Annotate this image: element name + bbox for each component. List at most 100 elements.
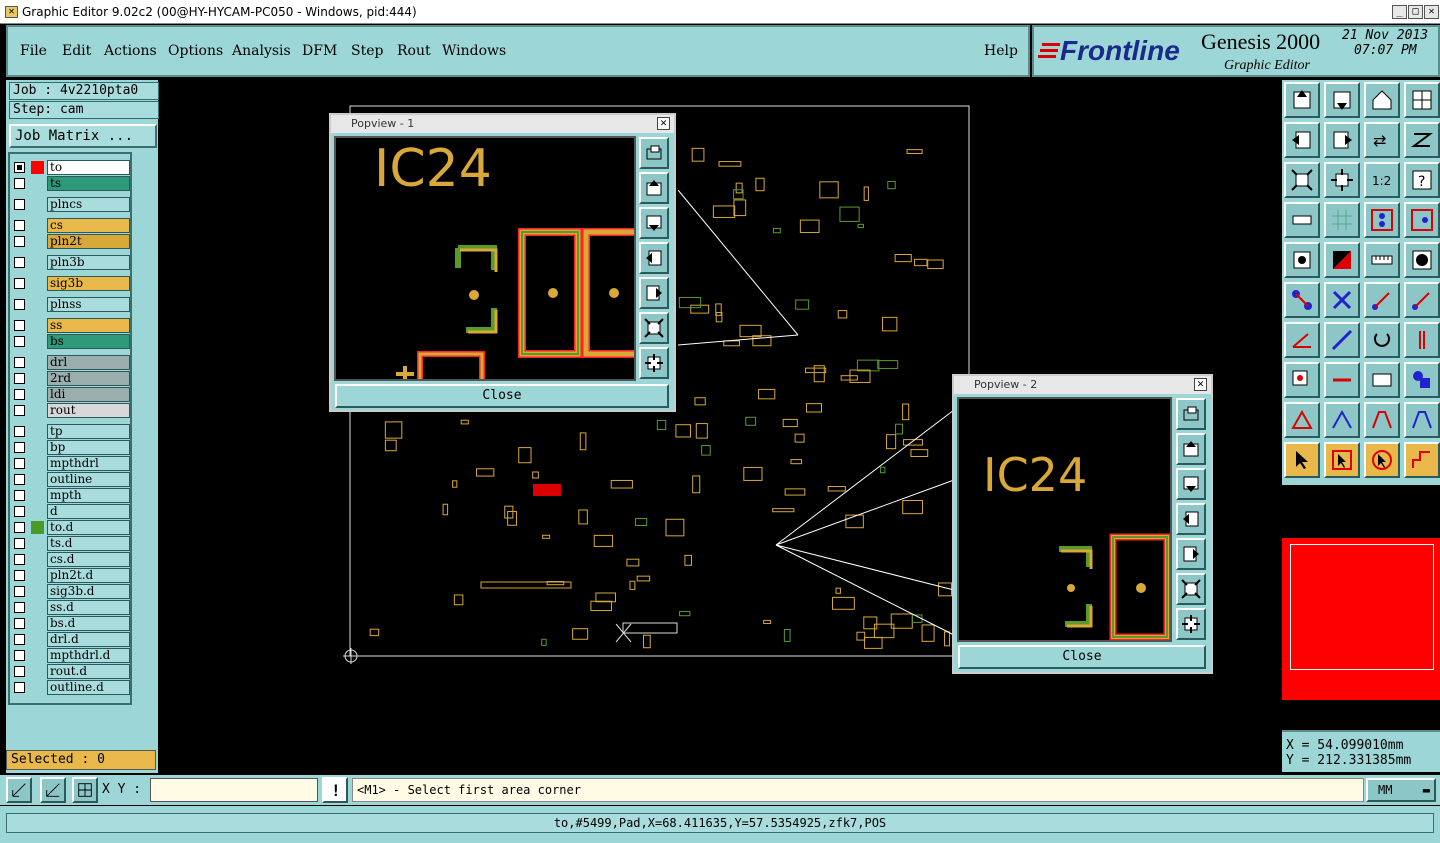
layer-checkbox[interactable] (14, 586, 25, 597)
layers-icon[interactable] (1364, 202, 1400, 238)
measure-icon[interactable] (1364, 242, 1400, 278)
layer-checkbox[interactable] (14, 357, 25, 368)
layer-checkbox[interactable] (14, 554, 25, 565)
layer-row-2rd[interactable]: 2rd (12, 371, 130, 386)
layer-checkbox[interactable] (14, 682, 25, 693)
layer-checkbox[interactable] (14, 618, 25, 629)
line-icon[interactable] (1284, 322, 1320, 358)
fit-icon[interactable] (1284, 162, 1320, 198)
layer-row-pln2t-d[interactable]: pln2t.d (12, 568, 130, 583)
layer-checkbox[interactable] (14, 257, 25, 268)
layer-row-mpthdrl[interactable]: mpthdrl (12, 456, 130, 471)
layer-row-drl-d[interactable]: drl.d (12, 632, 130, 647)
layer-checkbox[interactable] (14, 490, 25, 501)
ruler-icon[interactable] (1284, 202, 1320, 238)
layer-checkbox[interactable] (14, 666, 25, 677)
popview-1-pan-left-icon[interactable] (639, 242, 669, 274)
layer-row-bs[interactable]: bs (12, 334, 130, 349)
layer-row-cs-d[interactable]: cs.d (12, 552, 130, 567)
layer-checkbox[interactable] (14, 570, 25, 581)
layer-checkbox[interactable] (14, 373, 25, 384)
layer-checkbox[interactable] (14, 426, 25, 437)
group-icon[interactable] (1404, 362, 1440, 398)
layer-checkbox[interactable] (14, 458, 25, 469)
layer-row-ss[interactable]: ss (12, 318, 130, 333)
scale-icon[interactable]: 1:2 (1364, 162, 1400, 198)
layer-checkbox[interactable] (14, 650, 25, 661)
snap-icon[interactable] (1284, 362, 1320, 398)
home-icon[interactable] (1364, 82, 1400, 118)
layer-checkbox[interactable] (14, 220, 25, 231)
popview-1-zoom-out-icon[interactable] (639, 137, 669, 169)
gap-icon[interactable] (1364, 362, 1400, 398)
dot-icon[interactable] (1404, 242, 1440, 278)
layer-checkbox[interactable] (14, 538, 25, 549)
layer-checkbox[interactable] (14, 236, 25, 247)
node-icon[interactable] (1284, 282, 1320, 318)
layer-row-d[interactable]: d (12, 504, 130, 519)
triangle-red-icon[interactable] (1364, 402, 1400, 438)
popview-1-pan-up-icon[interactable] (639, 172, 669, 204)
help-icon[interactable]: ? (1404, 162, 1440, 198)
layer-row-ts[interactable]: ts (12, 176, 130, 191)
layer-checkbox[interactable] (14, 178, 25, 189)
layer-row-ldi[interactable]: ldi (12, 387, 130, 402)
layer-row-rout-d[interactable]: rout.d (12, 664, 130, 679)
menu-help[interactable]: Help (984, 43, 1018, 59)
layer-checkbox[interactable] (14, 474, 25, 485)
triangle-blue-icon[interactable] (1404, 402, 1440, 438)
layer-row-sig3b[interactable]: sig3b (12, 276, 130, 291)
prev-icon[interactable] (1284, 122, 1320, 158)
layer-row-mpth[interactable]: mpth (12, 488, 130, 503)
layer-checkbox[interactable] (14, 442, 25, 453)
grid-snap-icon[interactable] (72, 777, 98, 803)
cross-icon[interactable] (1324, 282, 1360, 318)
select-icon[interactable] (1284, 442, 1320, 478)
open-icon[interactable] (1324, 82, 1360, 118)
layers-alt-icon[interactable] (1404, 202, 1440, 238)
xy-input[interactable] (150, 778, 318, 802)
triangle-icon[interactable] (1284, 402, 1320, 438)
menu-windows[interactable]: Windows (442, 43, 506, 59)
popview-1-close-button[interactable]: Close (335, 384, 669, 408)
popview-1-canvas[interactable]: IC24 (334, 136, 650, 397)
menu-file[interactable]: File (20, 43, 47, 59)
select-box-icon[interactable] (1324, 442, 1360, 478)
arrow-alt-icon[interactable] (1404, 282, 1440, 318)
menu-analysis[interactable]: Analysis (232, 43, 291, 59)
layer-row-mpthdrl-d[interactable]: mpthdrl.d (12, 648, 130, 663)
select-point-icon[interactable] (1364, 442, 1400, 478)
layer-row-to-d[interactable]: to.d (12, 520, 130, 535)
popview-1-pan-right-icon[interactable] (639, 277, 669, 309)
swap-icon[interactable]: ⇄ (1364, 122, 1400, 158)
rotate-icon[interactable] (1364, 322, 1400, 358)
layer-row-bs-d[interactable]: bs.d (12, 616, 130, 631)
grid-icon[interactable] (1324, 202, 1360, 238)
menu-dfm[interactable]: DFM (302, 43, 337, 59)
layer-checkbox[interactable] (14, 278, 25, 289)
layer-row-pln3b[interactable]: pln3b (12, 255, 130, 270)
popview-2-pan-right-icon[interactable] (1176, 538, 1206, 570)
close-window-button[interactable]: ✕ (1424, 5, 1439, 19)
popview-2-zoom-out-icon[interactable] (1176, 398, 1206, 430)
save-icon[interactable] (1284, 82, 1320, 118)
pad-icon[interactable] (1284, 242, 1320, 278)
popview-2-fit-icon[interactable] (1176, 573, 1206, 605)
layer-row-outline-d[interactable]: outline.d (12, 680, 130, 695)
layer-checkbox[interactable] (14, 389, 25, 400)
popview-2-pan-left-icon[interactable] (1176, 503, 1206, 535)
next-icon[interactable] (1324, 122, 1360, 158)
layer-checkbox[interactable] (14, 506, 25, 517)
alert-icon[interactable]: ! (322, 777, 348, 803)
minus-icon[interactable] (1324, 362, 1360, 398)
layer-row-to[interactable]: to (12, 160, 130, 175)
window-icon[interactable] (1404, 82, 1440, 118)
overview-map[interactable] (1282, 488, 1440, 770)
layer-row-sig3b-d[interactable]: sig3b.d (12, 584, 130, 599)
units-select[interactable]: MM ▬ (1366, 778, 1436, 802)
layer-row-rout[interactable]: rout (12, 403, 130, 418)
layer-row-tp[interactable]: tp (12, 424, 130, 439)
minimize-button[interactable]: _ (1392, 5, 1407, 19)
menu-edit[interactable]: Edit (62, 43, 91, 59)
flag-icon[interactable] (1324, 242, 1360, 278)
